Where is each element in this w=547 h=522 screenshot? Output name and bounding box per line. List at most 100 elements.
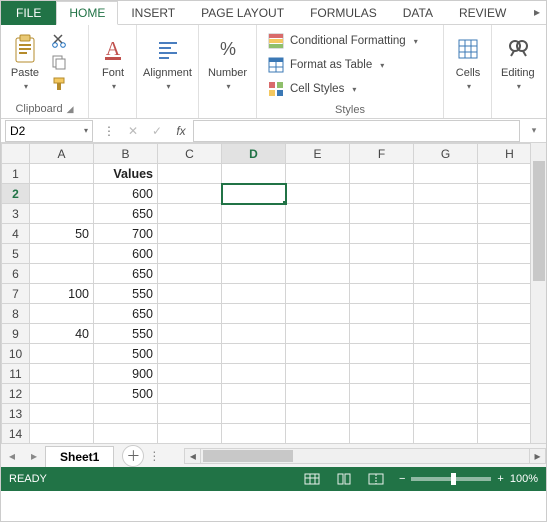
row-header[interactable]: 10 [2, 344, 30, 364]
sheet-nav-next-button[interactable]: ▸ [23, 449, 45, 463]
tab-home[interactable]: HOME [56, 1, 118, 25]
cell[interactable] [286, 284, 350, 304]
cell[interactable] [286, 164, 350, 184]
zoom-slider-thumb[interactable] [451, 473, 456, 485]
name-box[interactable]: D2 ▾ [5, 120, 93, 142]
cell[interactable] [414, 404, 478, 424]
cell[interactable] [222, 264, 286, 284]
cell[interactable]: 40 [30, 324, 94, 344]
cell[interactable] [30, 404, 94, 424]
cell[interactable]: 600 [94, 244, 158, 264]
cell[interactable] [350, 364, 414, 384]
cell[interactable] [222, 184, 286, 204]
number-button[interactable]: % Number▾ [203, 28, 252, 96]
row-header[interactable]: 11 [2, 364, 30, 384]
cell[interactable]: 100 [30, 284, 94, 304]
cell[interactable] [94, 424, 158, 444]
cell[interactable]: 600 [94, 184, 158, 204]
cell[interactable] [222, 204, 286, 224]
cell[interactable] [158, 384, 222, 404]
cell[interactable] [414, 244, 478, 264]
cell[interactable] [350, 384, 414, 404]
cell[interactable] [158, 424, 222, 444]
row-header[interactable]: 9 [2, 324, 30, 344]
cell[interactable] [286, 364, 350, 384]
cell[interactable] [158, 184, 222, 204]
cell[interactable]: 500 [94, 344, 158, 364]
cell[interactable] [158, 344, 222, 364]
cell[interactable] [158, 284, 222, 304]
cell[interactable] [286, 264, 350, 284]
row-header[interactable]: 7 [2, 284, 30, 304]
cell[interactable]: 900 [94, 364, 158, 384]
cell[interactable] [94, 404, 158, 424]
row-header[interactable]: 8 [2, 304, 30, 324]
cell[interactable] [414, 364, 478, 384]
format-painter-button[interactable] [49, 74, 69, 94]
zoom-in-button[interactable]: + [497, 473, 503, 485]
cell[interactable]: 500 [94, 384, 158, 404]
cells-button[interactable]: Cells▾ [448, 28, 488, 96]
row-header[interactable]: 1 [2, 164, 30, 184]
cell[interactable] [222, 424, 286, 444]
cell[interactable] [286, 204, 350, 224]
tab-scroll-right-icon[interactable]: ▸ [528, 1, 546, 24]
cell[interactable] [30, 384, 94, 404]
enter-formula-button[interactable]: ✓ [145, 124, 169, 138]
paste-button[interactable]: Paste▾ [5, 28, 45, 96]
hscroll-left-icon[interactable]: ◂ [185, 449, 201, 463]
cell[interactable] [222, 404, 286, 424]
cell[interactable]: 650 [94, 204, 158, 224]
scrollbar-thumb[interactable] [203, 450, 293, 462]
page-break-view-button[interactable] [367, 472, 385, 486]
zoom-slider[interactable] [411, 477, 491, 481]
cell[interactable] [286, 344, 350, 364]
tab-formulas[interactable]: FORMULAS [297, 1, 390, 25]
cell[interactable] [158, 404, 222, 424]
editing-button[interactable]: Editing▾ [496, 28, 540, 96]
cell[interactable] [286, 404, 350, 424]
cell[interactable] [158, 224, 222, 244]
tab-file[interactable]: FILE [1, 1, 56, 25]
cell[interactable] [414, 204, 478, 224]
cell[interactable] [350, 424, 414, 444]
clipboard-launcher-icon[interactable]: ◢ [67, 104, 74, 115]
cell[interactable] [30, 264, 94, 284]
cell[interactable] [158, 264, 222, 284]
row-header[interactable]: 3 [2, 204, 30, 224]
cell[interactable] [30, 304, 94, 324]
add-sheet-button[interactable]: ＋ [122, 445, 144, 467]
cell[interactable] [30, 424, 94, 444]
row-header[interactable]: 6 [2, 264, 30, 284]
cell[interactable] [222, 164, 286, 184]
column-header[interactable]: G [414, 144, 478, 164]
select-all-corner[interactable] [2, 144, 30, 164]
cell[interactable] [286, 244, 350, 264]
column-header[interactable]: A [30, 144, 94, 164]
cell[interactable] [414, 424, 478, 444]
page-layout-view-button[interactable] [335, 472, 353, 486]
cell[interactable] [222, 364, 286, 384]
cell[interactable]: 550 [94, 324, 158, 344]
cell[interactable] [30, 184, 94, 204]
cell[interactable] [350, 264, 414, 284]
cell[interactable] [286, 304, 350, 324]
cell[interactable] [222, 244, 286, 264]
cell[interactable] [350, 404, 414, 424]
cell[interactable] [414, 284, 478, 304]
formula-bar-expand-icon[interactable]: ▾ [522, 125, 546, 136]
cell[interactable] [414, 304, 478, 324]
cell[interactable] [350, 184, 414, 204]
cell[interactable] [350, 224, 414, 244]
cell[interactable] [286, 324, 350, 344]
cell[interactable] [414, 384, 478, 404]
font-button[interactable]: A Font▾ [93, 28, 133, 96]
normal-view-button[interactable] [303, 472, 321, 486]
horizontal-scrollbar[interactable]: ◂ ▸ [184, 448, 546, 464]
conditional-formatting-button[interactable]: Conditional Formatting ▾ [263, 30, 423, 52]
cell[interactable] [286, 424, 350, 444]
cell[interactable]: 700 [94, 224, 158, 244]
cell[interactable] [158, 164, 222, 184]
cancel-formula-button[interactable]: ✕ [121, 124, 145, 138]
cell[interactable] [30, 244, 94, 264]
